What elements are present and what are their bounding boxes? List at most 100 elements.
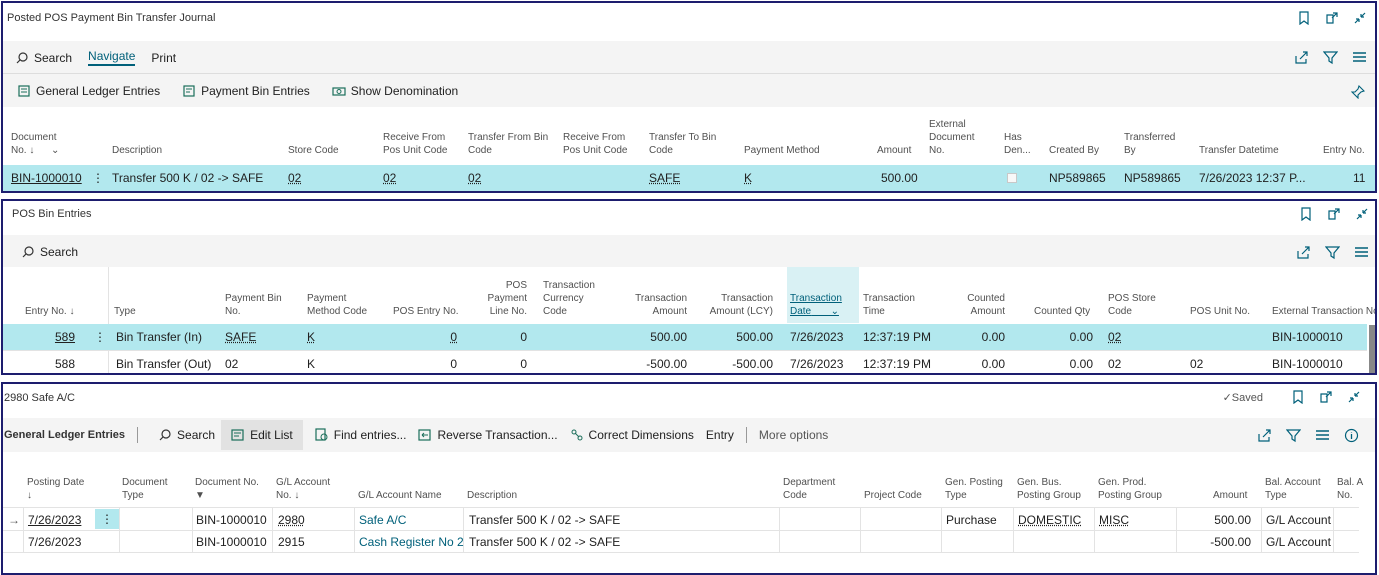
entry-no-cell[interactable]: 588: [23, 357, 75, 371]
correct-dimensions-action[interactable]: Correct Dimensions: [570, 428, 694, 442]
col-document-type[interactable]: Document Type: [122, 476, 168, 502]
col-transfer-to-bin[interactable]: Transfer To Bin Code: [649, 131, 716, 157]
collapse-icon[interactable]: [1347, 390, 1361, 404]
row-menu-icon[interactable]: ⋮: [94, 330, 106, 344]
col-receive-from-2[interactable]: Receive From Pos Unit Code: [563, 131, 627, 157]
payment-bin-entries-action[interactable]: Payment Bin Entries: [182, 84, 310, 98]
gl-account-name-cell[interactable]: Cash Register No 2: [359, 535, 464, 549]
col-transaction-amount[interactable]: Transaction Amount: [623, 292, 687, 318]
share-icon[interactable]: [1296, 245, 1311, 260]
open-new-window-icon[interactable]: [1327, 207, 1341, 221]
posting-date-cell[interactable]: 7/26/2023: [28, 513, 81, 527]
col-posting-date[interactable]: Posting Date ↓: [27, 476, 84, 502]
collapse-icon[interactable]: [1355, 207, 1369, 221]
payment-method-cell[interactable]: K: [744, 171, 752, 185]
row-menu-icon[interactable]: ⋮: [92, 171, 104, 185]
posting-date-cell[interactable]: 7/26/2023: [28, 535, 81, 549]
filter-icon[interactable]: [1286, 428, 1301, 443]
store-code-cell[interactable]: 02: [288, 171, 301, 185]
share-icon[interactable]: [1257, 428, 1272, 443]
col-transaction-amount-lcy[interactable]: Transaction Amount (LCY): [703, 292, 773, 318]
share-icon[interactable]: [1294, 50, 1309, 65]
payment-method-cell[interactable]: K: [307, 330, 315, 344]
search-action[interactable]: Search: [158, 428, 215, 442]
col-transferred-by[interactable]: Transferred By: [1124, 131, 1175, 157]
col-transfer-datetime[interactable]: Transfer Datetime: [1199, 144, 1279, 157]
find-entries-action[interactable]: Find entries...: [315, 428, 406, 442]
col-transaction-date[interactable]: Transaction Date ⌄: [790, 292, 842, 318]
payment-bin-cell[interactable]: SAFE: [225, 330, 256, 344]
col-payment-method-code[interactable]: Payment Method Code: [307, 292, 367, 318]
bookmark-icon[interactable]: [1299, 207, 1313, 221]
filter-icon[interactable]: [1325, 245, 1340, 260]
info-icon[interactable]: [1344, 428, 1359, 443]
entry-menu[interactable]: Entry: [706, 428, 734, 442]
col-transaction-time[interactable]: Transaction Time: [863, 292, 915, 318]
col-has-den[interactable]: Has Den...: [1004, 131, 1031, 157]
collapse-icon[interactable]: [1353, 11, 1367, 25]
col-pos-payment-line[interactable]: POS Payment Line No.: [477, 279, 527, 318]
pos-entry-no-cell[interactable]: 0: [423, 330, 457, 344]
col-bal-account-no[interactable]: Bal. A No.: [1337, 476, 1363, 502]
row-menu-icon[interactable]: ⋮: [95, 509, 119, 529]
col-payment-bin[interactable]: Payment Bin No.: [225, 292, 282, 318]
reverse-transaction-action[interactable]: Reverse Transaction...: [418, 428, 558, 442]
col-pos-store-code[interactable]: POS Store Code: [1108, 292, 1156, 318]
open-new-window-icon[interactable]: [1325, 11, 1339, 25]
gl-account-no-cell[interactable]: 2980: [278, 513, 305, 527]
col-gl-account-name[interactable]: G/L Account Name: [358, 489, 442, 502]
col-gl-account-no[interactable]: G/L Account No. ↓: [276, 476, 330, 502]
col-description[interactable]: Description: [112, 144, 162, 157]
col-transaction-currency[interactable]: Transaction Currency Code: [543, 279, 595, 318]
col-transfer-from-bin[interactable]: Transfer From Bin Code: [468, 131, 548, 157]
col-external-transaction-no[interactable]: External Transaction No.: [1272, 305, 1375, 318]
list-view-icon[interactable]: [1315, 428, 1330, 443]
gen-bus-posting-group-cell[interactable]: DOMESTIC: [1018, 513, 1081, 527]
col-gen-prod-posting-group[interactable]: Gen. Prod. Posting Group: [1098, 476, 1162, 502]
filter-icon[interactable]: [1323, 50, 1338, 65]
gen-prod-posting-group-cell[interactable]: MISC: [1099, 513, 1129, 527]
col-receive-from[interactable]: Receive From Pos Unit Code: [383, 131, 447, 157]
col-department-code[interactable]: Department Code: [783, 476, 835, 502]
col-entry-no[interactable]: Entry No.: [1323, 144, 1365, 157]
show-denomination-action[interactable]: Show Denomination: [332, 84, 458, 98]
print-tab[interactable]: Print: [151, 51, 176, 65]
col-store-code[interactable]: Store Code: [288, 144, 339, 157]
col-created-by[interactable]: Created By: [1049, 144, 1099, 157]
col-counted-amount[interactable]: Counted Amount: [943, 292, 1005, 318]
pin-icon[interactable]: [1351, 85, 1365, 99]
col-project-code[interactable]: Project Code: [864, 489, 922, 502]
col-gen-posting-type[interactable]: Gen. Posting Type: [945, 476, 1003, 502]
general-ledger-entries-action[interactable]: General Ledger Entries: [17, 84, 160, 98]
edit-list-action[interactable]: Edit List: [221, 420, 303, 450]
col-bal-account-type[interactable]: Bal. Account Type: [1265, 476, 1321, 502]
transfer-from-bin-cell[interactable]: 02: [468, 171, 481, 185]
search-action[interactable]: Search: [21, 245, 78, 259]
more-options-menu[interactable]: More options: [759, 428, 828, 442]
document-no-cell[interactable]: BIN-1000010: [11, 171, 82, 185]
col-document-no[interactable]: Document No. ↓ ⌄: [11, 131, 59, 157]
bookmark-icon[interactable]: [1291, 390, 1305, 404]
col-pos-unit-no[interactable]: POS Unit No.: [1190, 305, 1250, 318]
col-payment-method[interactable]: Payment Method: [744, 144, 820, 157]
col-amount[interactable]: Amount: [1213, 489, 1247, 502]
gl-account-name-cell[interactable]: Safe A/C: [359, 513, 406, 527]
list-view-icon[interactable]: [1352, 50, 1367, 65]
vertical-scrollbar[interactable]: [1369, 325, 1375, 373]
navigate-tab[interactable]: Navigate: [88, 49, 136, 66]
transfer-to-bin-cell[interactable]: SAFE: [649, 171, 680, 185]
col-type[interactable]: Type: [114, 305, 136, 318]
col-amount[interactable]: Amount: [877, 144, 911, 157]
col-pos-entry-no[interactable]: POS Entry No.: [393, 305, 459, 318]
pos-store-code-cell[interactable]: 02: [1108, 330, 1121, 344]
col-external-document[interactable]: External Document No.: [929, 118, 975, 157]
col-document-no[interactable]: Document No. ▼: [195, 476, 259, 502]
receive-from-cell[interactable]: 02: [383, 171, 396, 185]
list-view-icon[interactable]: [1354, 245, 1369, 260]
search-tab[interactable]: Search: [15, 51, 72, 65]
col-counted-qty[interactable]: Counted Qty: [1034, 305, 1090, 318]
entry-no-cell[interactable]: 589: [23, 330, 75, 344]
col-gen-bus-posting-group[interactable]: Gen. Bus. Posting Group: [1017, 476, 1081, 502]
open-new-window-icon[interactable]: [1319, 390, 1333, 404]
col-description[interactable]: Description: [467, 489, 517, 502]
